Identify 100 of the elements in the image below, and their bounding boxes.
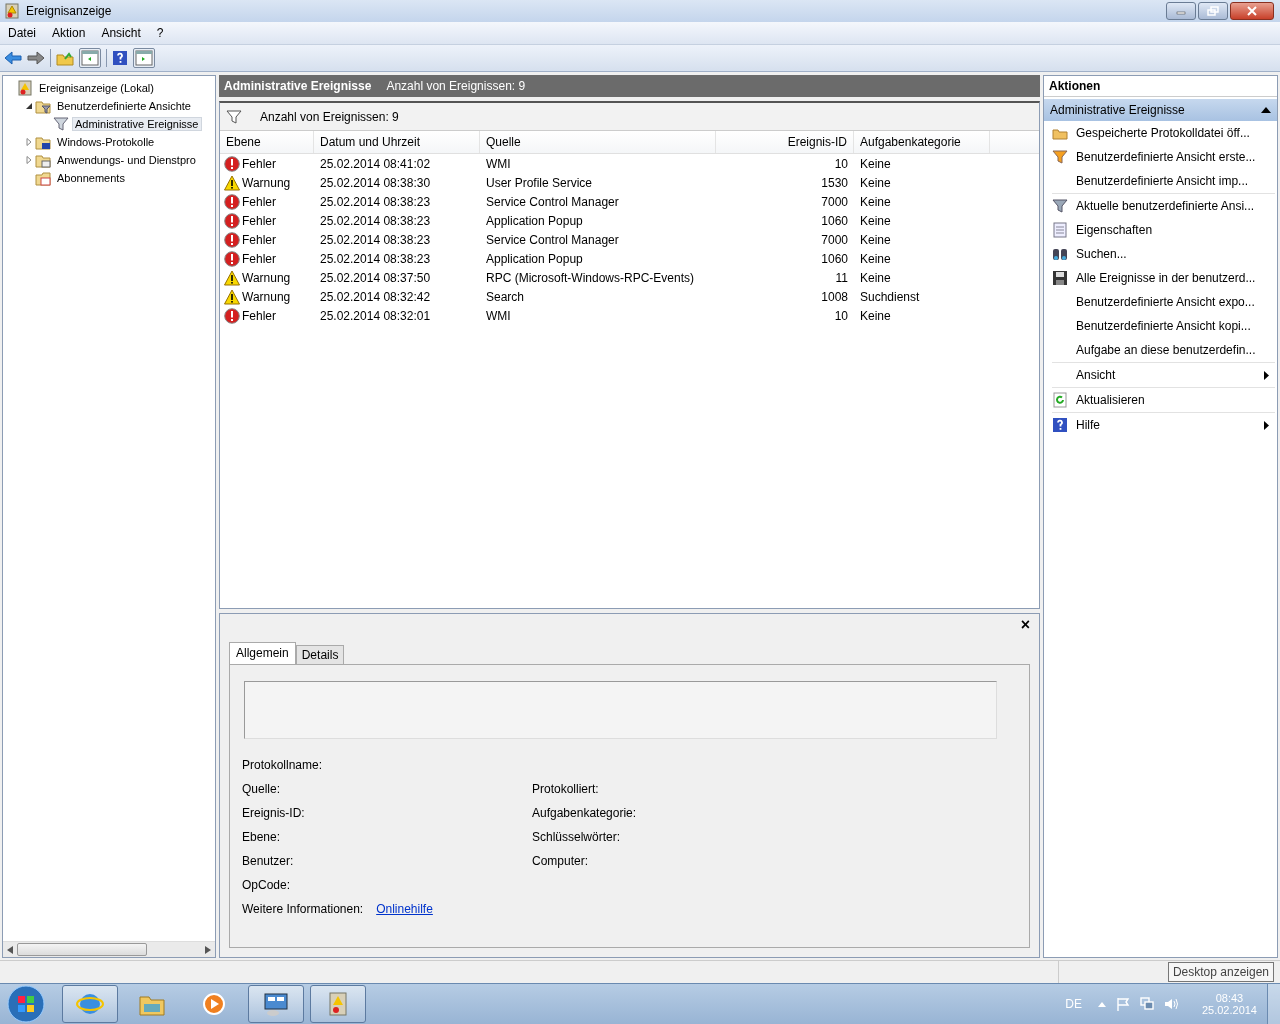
show-desktop-button[interactable] [1267,984,1280,1024]
table-cell: WMI [486,308,511,323]
tree-item[interactable]: Ereignisanzeige (Lokal) [36,81,157,95]
speaker-icon[interactable] [1163,997,1178,1011]
close-button[interactable] [1230,2,1274,20]
collapse-arrow-icon[interactable] [25,102,33,110]
tab[interactable]: Details [295,645,345,664]
restore-button[interactable] [1198,2,1228,20]
table-cell: 1008 [821,289,848,304]
table-cell: WMI [486,156,511,171]
action-item[interactable]: Gespeicherte Protokolldatei öff... [1076,126,1250,140]
warning-icon [224,269,240,286]
pane-toggle-icon[interactable] [133,48,155,68]
taskbar-button[interactable] [310,985,366,1023]
horizontal-scrollbar[interactable] [3,941,215,957]
scroll-left-icon[interactable] [7,945,13,954]
scroll-thumb[interactable] [17,943,147,956]
help-icon[interactable] [112,50,128,66]
action-item[interactable]: Suchen... [1076,247,1127,261]
table-cell: Warnung [242,289,291,304]
tree-item[interactable]: Benutzerdefinierte Ansichte [54,99,194,113]
action-item[interactable]: Aufgabe an diese benutzerdefin... [1076,343,1256,357]
taskbar-button[interactable] [62,985,118,1023]
forward-arrow-icon[interactable] [27,50,45,66]
save-icon [1052,270,1068,286]
field-label: Protokollname: [242,758,323,772]
event-count: Anzahl von Ereignissen: 9 [386,79,526,93]
table-cell: Keine [860,175,891,190]
error-icon [224,212,240,229]
field-label: Ebene: [242,830,281,844]
table-cell: 1530 [821,175,848,190]
tree-item[interactable]: Windows-Protokolle [54,135,158,149]
menu-item[interactable]: Aktion [44,26,94,40]
tree-item[interactable]: Administrative Ereignisse [72,117,202,131]
table-cell: Keine [860,213,891,228]
back-arrow-icon[interactable] [4,50,22,66]
filter-icon [1052,198,1068,214]
column-header[interactable]: Quelle [480,131,716,153]
table-cell: Keine [860,232,891,247]
expand-arrow-icon[interactable] [25,138,33,146]
tree-item[interactable]: Anwendungs- und Dienstpro [54,153,199,167]
help-link[interactable]: Onlinehilfe [376,902,433,916]
close-icon[interactable]: × [1020,616,1030,634]
monitor-icon [262,990,290,1018]
table-cell: Fehler [242,251,276,266]
tab[interactable]: Allgemein [229,642,296,664]
action-item[interactable]: Benutzerdefinierte Ansicht erste... [1076,150,1256,164]
table-cell: Application Popup [486,251,583,266]
table-cell: 10 [834,308,848,323]
column-header[interactable]: Datum und Uhrzeit [314,131,480,153]
start-button[interactable] [6,984,46,1024]
error-icon [224,193,240,210]
section-header[interactable]: Administrative Ereignisse [1044,99,1277,121]
expand-arrow-icon[interactable] [25,156,33,164]
collapse-arrow-icon [1261,107,1271,113]
warning-icon [224,174,240,191]
table-cell: Application Popup [486,213,583,228]
table-cell: Fehler [242,213,276,228]
panel-title: Administrative Ereignisse [224,79,372,93]
menu-item[interactable]: ? [148,26,172,40]
folder-icon [35,134,51,150]
error-icon [224,231,240,248]
close-icon [1247,6,1257,16]
action-item[interactable]: Ansicht [1076,368,1116,382]
field-label: Quelle: [242,782,281,796]
taskbar-button[interactable] [248,985,304,1023]
help-icon [1052,417,1068,433]
column-header[interactable]: Ebene [220,131,314,153]
warning-icon [224,288,240,305]
table-cell: 25.02.2014 08:38:30 [320,175,431,190]
filter-icon [1052,149,1068,165]
menu-item[interactable]: Ansicht [93,26,149,40]
actions-title: Aktionen [1044,76,1277,97]
action-item[interactable]: Aktuelle benutzerdefinierte Ansi... [1076,199,1255,213]
action-item[interactable]: Eigenschaften [1076,223,1153,237]
table-cell: Search [486,289,525,304]
action-item[interactable]: Benutzerdefinierte Ansicht kopi... [1076,319,1251,333]
up-arrow-icon[interactable] [1097,1001,1106,1007]
menu-item[interactable]: Datei [0,26,44,40]
pane-toggle-icon[interactable] [79,48,101,68]
action-item[interactable]: Hilfe [1076,418,1100,432]
column-header[interactable]: Ereignis-ID [716,131,854,153]
folder-up-icon[interactable] [56,50,74,66]
minimize-button[interactable] [1166,2,1196,20]
network-icon[interactable] [1139,997,1154,1011]
table-cell: 1060 [821,251,848,266]
action-item[interactable]: Aktualisieren [1076,393,1145,407]
action-item[interactable]: Benutzerdefinierte Ansicht expo... [1076,295,1255,309]
table-cell: 25.02.2014 08:41:02 [320,156,431,171]
flag-icon[interactable] [1115,997,1130,1011]
tooltip: Desktop anzeigen [1167,962,1274,982]
action-item[interactable]: Benutzerdefinierte Ansicht imp... [1076,174,1249,188]
filter-summary: Anzahl von Ereignissen: 9 [260,109,399,124]
table-cell: Keine [860,270,891,285]
column-header[interactable]: Aufgabenkategorie [854,131,990,153]
tree-item[interactable]: Abonnements [54,171,128,185]
table-cell: 25.02.2014 08:32:42 [320,289,431,304]
field-label: OpCode: [242,878,291,892]
action-item[interactable]: Alle Ereignisse in der benutzerd... [1076,271,1256,285]
scroll-right-icon[interactable] [205,945,211,954]
